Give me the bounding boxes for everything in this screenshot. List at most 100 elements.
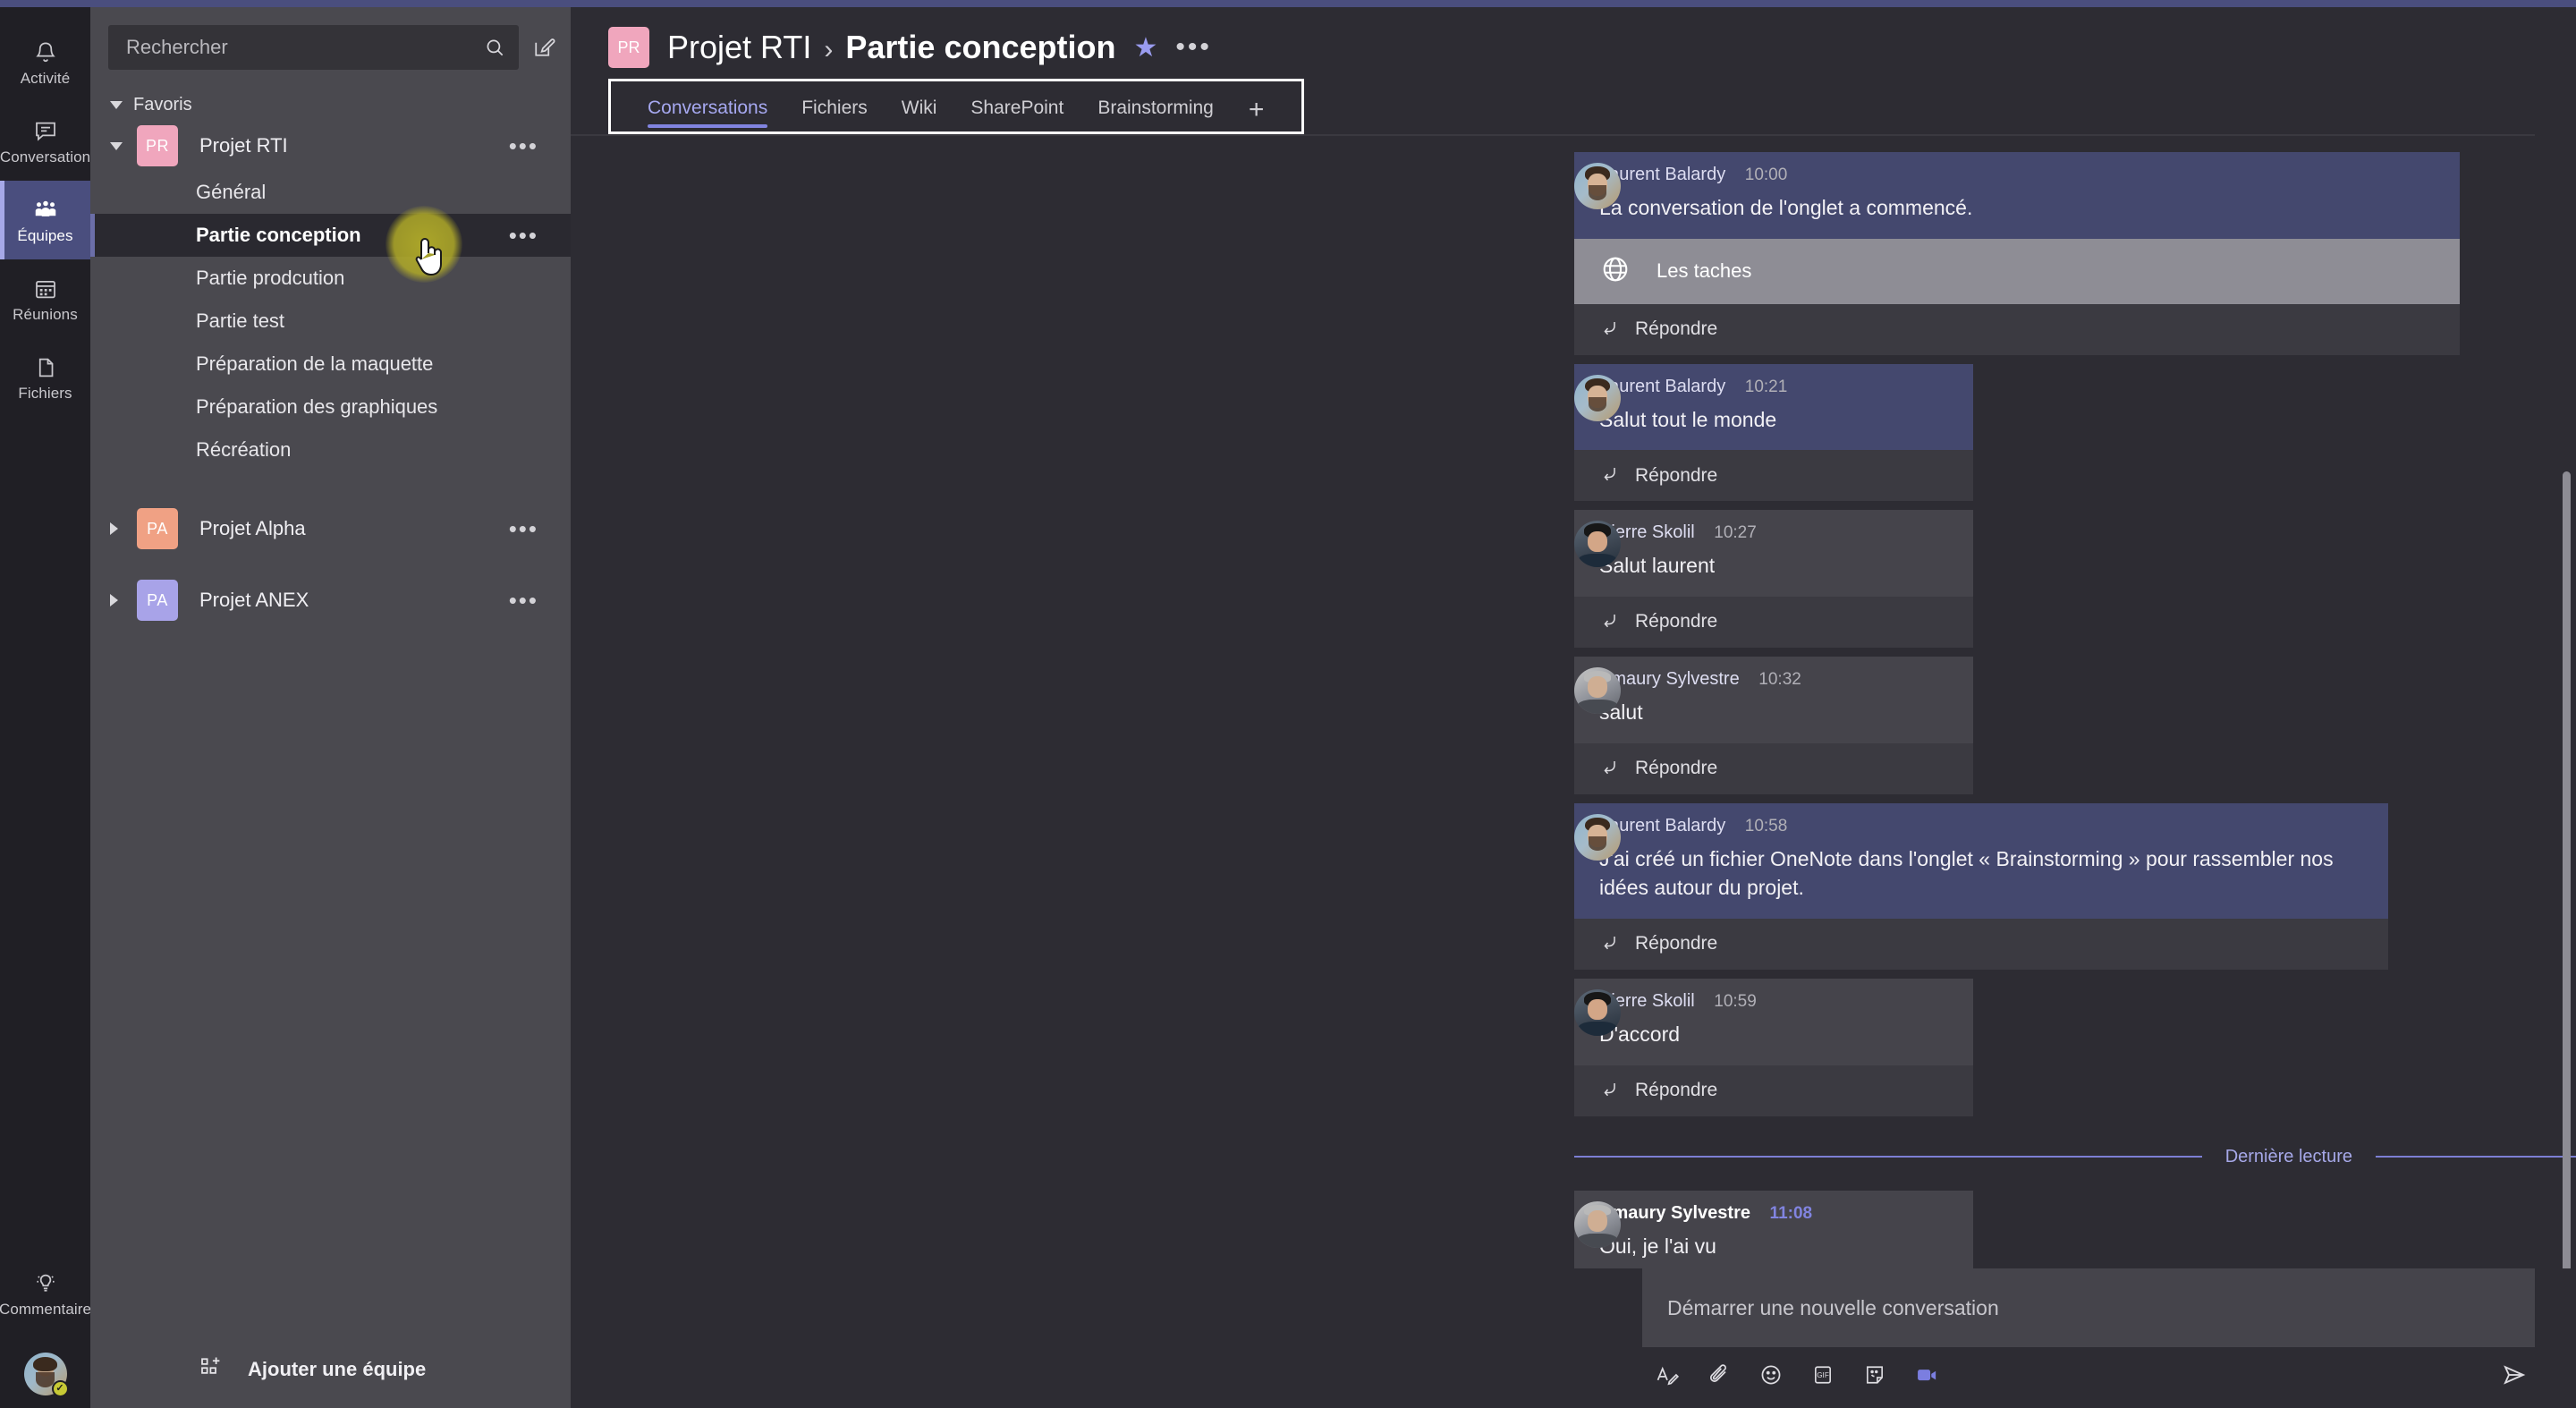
app-body: Activité Conversation Équipes Réunions F… (0, 7, 2576, 1408)
conversation-scrollbar[interactable] (2563, 471, 2571, 1268)
tab-fichiers[interactable]: Fichiers (784, 98, 885, 131)
reply-button[interactable]: Répondre (1574, 1064, 1973, 1116)
reply-label: Répondre (1635, 318, 1718, 340)
search-input[interactable]: Rechercher (108, 25, 519, 70)
channel-label: Préparation des graphiques (196, 395, 438, 418)
conversation-list: Laurent Balardy 10:00 La conversation de… (571, 136, 2576, 1268)
search-icon[interactable] (483, 36, 506, 59)
reply-button[interactable]: Répondre (1574, 450, 1973, 502)
message-item: Laurent Balardy 10:58 J'ai créé un fichi… (571, 802, 2576, 970)
team-name: Projet RTI (199, 134, 288, 157)
gif-icon[interactable]: GIF (1810, 1362, 1835, 1387)
sidebar-channel-preparation-maquette[interactable]: Préparation de la maquette (90, 343, 571, 386)
reply-button[interactable]: Répondre (1574, 918, 2388, 970)
attachment-card[interactable]: Les taches (1574, 238, 2460, 304)
avatar (1574, 813, 1621, 861)
presence-badge: ✓ (51, 1380, 69, 1397)
message-meta: Laurent Balardy 10:21 (1599, 377, 1948, 397)
team-avatar: PR (137, 125, 178, 166)
channel-label: Partie conception (196, 224, 361, 246)
chevron-down-icon (110, 141, 123, 150)
breadcrumb-separator: › (824, 35, 834, 64)
sidebar-channel-partie-prodcution[interactable]: Partie prodcution (90, 257, 571, 300)
rail-item-commentaire[interactable]: Commentaire (0, 1254, 92, 1333)
message-author: Amaury Sylvestre (1599, 1202, 1750, 1223)
reply-button[interactable]: Répondre (1574, 303, 2460, 355)
sidebar-team-projet-alpha[interactable]: PA Projet Alpha ••• (90, 504, 571, 554)
more-options-icon[interactable]: ••• (1175, 34, 1212, 61)
team-more-options-icon[interactable]: ••• (509, 516, 538, 540)
message-bubble: Pierre Skolil 10:27 Salut laurent (1574, 510, 1973, 597)
tab-sharepoint[interactable]: SharePoint (953, 98, 1080, 131)
rail-item-label: Fichiers (18, 385, 72, 402)
message-item: Pierre Skolil 10:27 Salut laurent Répond… (571, 510, 2576, 648)
sidebar-channel-partie-conception[interactable]: Partie conception ••• (90, 214, 571, 257)
message-time: 10:21 (1744, 377, 1788, 396)
team-more-options-icon[interactable]: ••• (509, 133, 538, 157)
emoji-icon[interactable] (1758, 1362, 1784, 1387)
favorites-header[interactable]: Favoris (90, 70, 571, 121)
channel-label: Général (196, 181, 267, 203)
channel-more-options-icon[interactable]: ••• (509, 223, 538, 247)
reply-label: Répondre (1635, 758, 1718, 779)
search-placeholder: Rechercher (126, 36, 228, 58)
tab-conversations[interactable]: Conversations (631, 98, 784, 131)
star-icon[interactable]: ★ (1133, 32, 1157, 64)
reply-button[interactable]: Répondre (1574, 742, 1973, 794)
message-text: La conversation de l'onglet a commencé. (1599, 196, 1973, 219)
team-more-options-icon[interactable]: ••• (509, 588, 538, 612)
message-input[interactable]: Démarrer une nouvelle conversation (1642, 1268, 2535, 1347)
message-composer: Démarrer une nouvelle conversation GIF (571, 1268, 2576, 1408)
sidebar-channel-partie-test[interactable]: Partie test (90, 300, 571, 343)
sidebar-channel-general[interactable]: Général (90, 171, 571, 214)
chevron-down-icon (110, 101, 123, 109)
chevron-right-icon (110, 522, 118, 535)
message-meta: Amaury Sylvestre 10:32 (1599, 669, 1948, 690)
divider-line-left (1574, 1156, 2202, 1158)
send-icon[interactable] (2501, 1361, 2528, 1388)
message-body: Laurent Balardy 10:58 J'ai créé un fichi… (1574, 802, 2388, 970)
attach-icon[interactable] (1707, 1362, 1732, 1387)
breadcrumb: Projet RTI › Partie conception (667, 29, 1115, 66)
meet-now-icon[interactable] (1914, 1362, 1939, 1387)
sticker-icon[interactable] (1862, 1362, 1887, 1387)
add-team-button[interactable]: Ajouter une équipe (90, 1331, 571, 1408)
reply-label: Répondre (1635, 464, 1718, 486)
reply-label: Répondre (1635, 933, 1718, 954)
rail-item-activite[interactable]: Activité (0, 23, 90, 102)
message-body: Amaury Sylvestre 11:08 Oui, je l'ai vu (1574, 1190, 1973, 1268)
sidebar-channel-recreation[interactable]: Récréation (90, 428, 571, 471)
tab-wiki[interactable]: Wiki (885, 98, 954, 131)
avatar[interactable]: ✓ (23, 1353, 69, 1397)
rail-item-conversation[interactable]: Conversation (0, 102, 90, 181)
rail-item-fichiers[interactable]: Fichiers (0, 338, 90, 417)
tab-brainstorming[interactable]: Brainstorming (1080, 98, 1231, 131)
avatar (1574, 988, 1621, 1036)
sidebar-channel-preparation-graphiques[interactable]: Préparation des graphiques (90, 386, 571, 428)
rail-item-equipes[interactable]: Équipes (0, 181, 90, 259)
main-content: PR Projet RTI › Partie conception ★ ••• … (571, 7, 2576, 1408)
sidebar-team-projet-anex[interactable]: PA Projet ANEX ••• (90, 575, 571, 625)
last-read-label: Dernière lecture (2224, 1146, 2352, 1166)
rail-item-reunions[interactable]: Réunions (0, 259, 90, 338)
avatar-hair (33, 1356, 57, 1372)
format-icon[interactable] (1655, 1362, 1680, 1387)
bell-icon (32, 39, 59, 66)
chevron-slot (110, 522, 137, 535)
channel-label: Récréation (196, 438, 292, 461)
teams-app-window: Activité Conversation Équipes Réunions F… (0, 0, 2576, 1408)
message-body: Pierre Skolil 10:59 D'accord Répondre (1574, 978, 1973, 1116)
tabstrip: Conversations Fichiers Wiki SharePoint B… (608, 79, 1305, 134)
avatar (1574, 374, 1621, 421)
reply-arrow-icon (1599, 1078, 1621, 1104)
add-tab-button[interactable]: + (1231, 97, 1283, 131)
message-bubble: Amaury Sylvestre 10:32 salut (1574, 656, 1973, 743)
message-meta: Pierre Skolil 10:59 (1599, 991, 1948, 1012)
sidebar-team-projet-rti[interactable]: PR Projet RTI ••• (90, 121, 571, 171)
tabstrip-wrapper: Conversations Fichiers Wiki SharePoint B… (571, 79, 2576, 134)
new-chat-icon[interactable] (531, 35, 556, 60)
avatar (1574, 666, 1621, 714)
rail-item-label: Commentaire (0, 1301, 92, 1318)
reply-button[interactable]: Répondre (1574, 596, 1973, 648)
breadcrumb-team[interactable]: Projet RTI (667, 29, 811, 66)
